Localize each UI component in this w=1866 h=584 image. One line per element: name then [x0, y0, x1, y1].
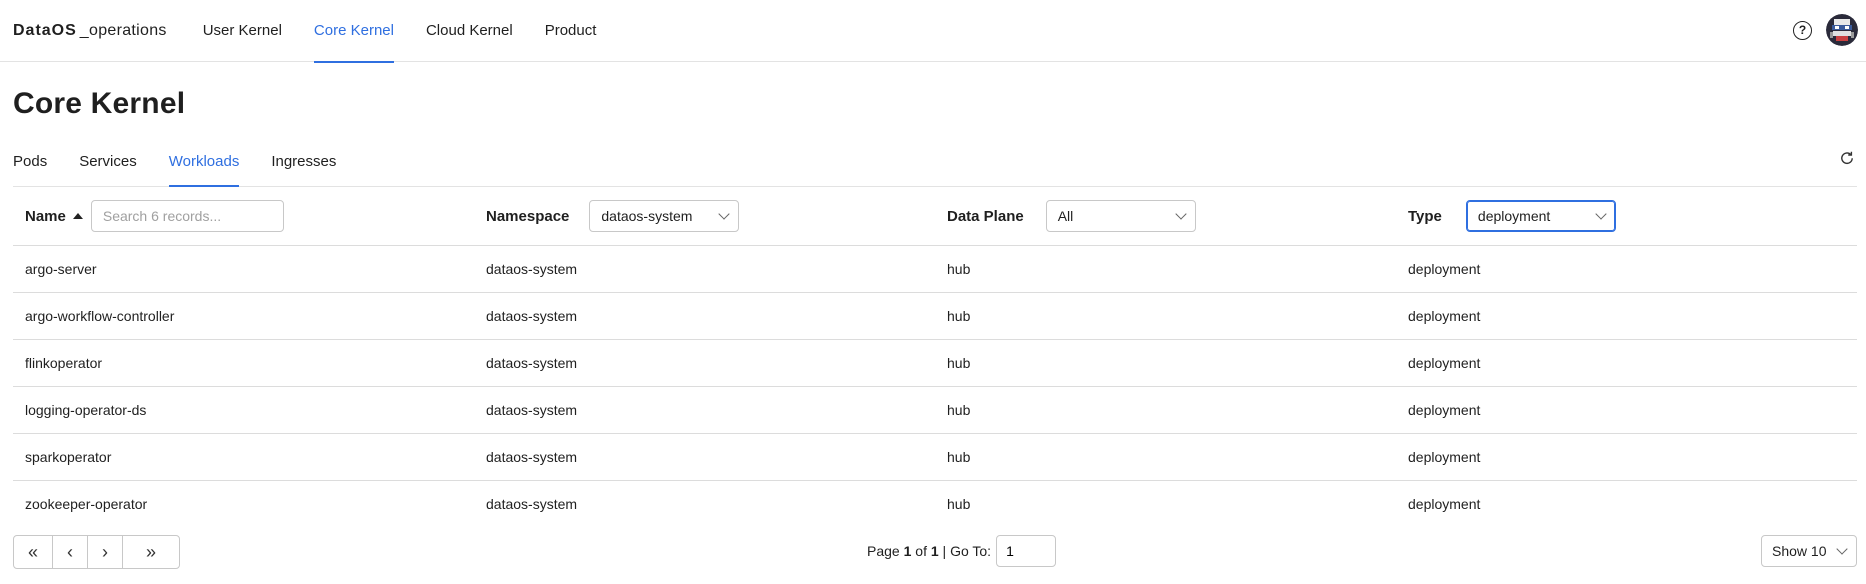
nav-cloud-kernel[interactable]: Cloud Kernel [426, 0, 513, 62]
tab-workloads[interactable]: Workloads [168, 144, 239, 187]
main-nav: User Kernel Core Kernel Cloud Kernel Pro… [193, 0, 619, 63]
header-namespace-label: Namespace [486, 207, 570, 225]
search-input[interactable] [90, 200, 284, 232]
cell-type: deployment [1408, 402, 1481, 418]
chevron-down-icon [1595, 208, 1607, 220]
help-icon[interactable]: ? [1793, 20, 1812, 40]
nav-user-kernel[interactable]: User Kernel [203, 0, 282, 62]
table-row[interactable]: argo-workflow-controller dataos-system h… [13, 293, 1857, 340]
table-row[interactable]: argo-server dataos-system hub deployment [13, 246, 1857, 293]
header-data-plane-label: Data Plane [947, 207, 1024, 225]
cell-namespace: dataos-system [486, 355, 578, 371]
cell-type: deployment [1408, 261, 1481, 277]
logo[interactable]: DataOS _operations [13, 22, 167, 40]
cell-data-plane: hub [947, 261, 971, 277]
cell-namespace: dataos-system [486, 261, 578, 277]
table-header: Name Namespace dataos-system Data Plane … [13, 187, 1857, 246]
cell-name: argo-workflow-controller [25, 308, 175, 324]
namespace-select[interactable]: dataos-system [589, 200, 740, 232]
table-row[interactable]: sparkoperator dataos-system hub deployme… [13, 434, 1857, 481]
page-of: of [911, 543, 931, 559]
goto-label: | Go To: [938, 543, 992, 559]
nav-core-kernel[interactable]: Core Kernel [313, 0, 395, 63]
top-right-actions: ? [1793, 14, 1858, 46]
cell-data-plane: hub [947, 496, 971, 512]
tab-pods[interactable]: Pods [13, 144, 47, 186]
goto-page-input[interactable] [996, 535, 1057, 567]
avatar[interactable] [1826, 14, 1858, 46]
cell-name: flinkoperator [25, 355, 103, 371]
workloads-table: Name Namespace dataos-system Data Plane … [13, 187, 1857, 527]
type-select[interactable]: deployment [1465, 200, 1616, 232]
header-type-label: Type [1408, 207, 1442, 225]
logo-suffix: _operations [79, 21, 167, 39]
table-row[interactable]: logging-operator-ds dataos-system hub de… [13, 387, 1857, 434]
page-size-select[interactable]: Show 10 [1761, 535, 1857, 567]
cell-name: argo-server [25, 261, 97, 277]
page-title: Core Kernel [13, 87, 186, 120]
chevron-down-icon [718, 208, 731, 220]
tab-ingresses[interactable]: Ingresses [271, 144, 336, 186]
sort-asc-icon[interactable] [72, 213, 83, 219]
cell-type: deployment [1408, 308, 1481, 324]
current-page: 1 [903, 543, 912, 559]
cell-namespace: dataos-system [486, 449, 578, 465]
last-page-button[interactable]: » [122, 535, 180, 569]
total-pages: 1 [930, 543, 939, 559]
table-row[interactable]: flinkoperator dataos-system hub deployme… [13, 340, 1857, 387]
namespace-select-value: dataos-system [601, 208, 693, 224]
header-type: Type deployment [1396, 200, 1857, 232]
top-bar: DataOS _operations User Kernel Core Kern… [0, 0, 1866, 63]
cell-name: zookeeper-operator [25, 496, 148, 512]
cell-namespace: dataos-system [486, 496, 578, 512]
header-data-plane: Data Plane All [935, 200, 1396, 232]
cell-type: deployment [1408, 449, 1481, 465]
logo-main: DataOS [13, 21, 77, 39]
subtabs: Pods Services Workloads Ingresses [13, 144, 1857, 187]
cell-data-plane: hub [947, 355, 971, 371]
data-plane-select-value: All [1057, 208, 1074, 224]
data-plane-select[interactable]: All [1045, 200, 1196, 232]
cell-name: logging-operator-ds [25, 402, 147, 418]
cell-type: deployment [1408, 496, 1481, 512]
cell-name: sparkoperator [25, 449, 112, 465]
nav-product[interactable]: Product [545, 0, 597, 62]
page-size-value: Show 10 [1772, 543, 1827, 559]
cell-data-plane: hub [947, 402, 971, 418]
cell-data-plane: hub [947, 308, 971, 324]
pager-buttons: « ‹ › » [13, 535, 180, 569]
page-info: Page 1 of 1 | Go To: [867, 535, 1057, 567]
tab-services[interactable]: Services [79, 144, 137, 186]
header-name: Name [13, 200, 474, 232]
type-select-value: deployment [1477, 208, 1551, 224]
pagination: « ‹ › » Page 1 of 1 | Go To: Show 10 [13, 531, 1857, 571]
next-page-button[interactable]: › [87, 535, 123, 569]
page-prefix: Page [867, 543, 904, 559]
header-name-label[interactable]: Name [25, 208, 66, 225]
header-namespace: Namespace dataos-system [474, 200, 935, 232]
cell-type: deployment [1408, 355, 1481, 371]
cell-namespace: dataos-system [486, 308, 578, 324]
cell-namespace: dataos-system [486, 402, 578, 418]
prev-page-button[interactable]: ‹ [52, 535, 88, 569]
first-page-button[interactable]: « [13, 535, 53, 569]
chevron-down-icon [1175, 208, 1187, 220]
cell-data-plane: hub [947, 449, 971, 465]
table-row[interactable]: zookeeper-operator dataos-system hub dep… [13, 481, 1857, 527]
chevron-down-icon [1836, 543, 1848, 555]
refresh-icon[interactable] [1839, 150, 1855, 166]
